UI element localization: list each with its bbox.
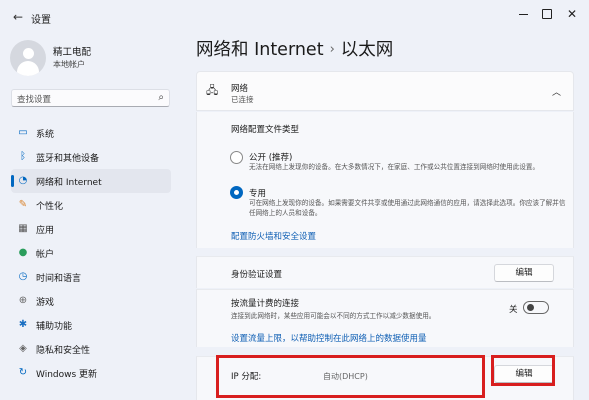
sidebar-item-label: 帐户	[36, 250, 55, 260]
sidebar-item-label: 系统	[36, 130, 55, 140]
metered-desc: 连接到此网络时，某些应用可能会以不同的方式工作以减少数据使用。	[231, 312, 436, 320]
avatar-head-shape	[23, 48, 34, 59]
auth-edit-button[interactable]: 编辑	[494, 264, 554, 282]
metered-label: 按流量计费的连接	[231, 299, 300, 309]
network-profile-section: 网络配置文件类型 公开 (推荐) 无法在网络上发现你的设备。在大多数情况下，在家…	[196, 112, 574, 248]
data-limit-link[interactable]: 设置流量上限，以帮助控制在此网络上的数据使用量	[231, 332, 427, 344]
sidebar-item[interactable]: ▦ 应用	[11, 217, 171, 241]
sidebar-item-label: Windows 更新	[36, 370, 98, 380]
sidebar-item-label: 游戏	[36, 298, 55, 308]
shield-icon: ◈	[19, 343, 27, 354]
sidebar-item-label: 时间和语言	[36, 274, 82, 284]
breadcrumb-parent[interactable]: 网络和 Internet	[196, 40, 324, 60]
sidebar-item[interactable]: ✎ 个性化	[11, 193, 171, 217]
profile-name: 精工电配	[53, 47, 92, 58]
sidebar-item-label: 个性化	[36, 202, 64, 212]
network-title: 网络	[231, 84, 249, 94]
gamepad-icon: ⊕	[18, 295, 28, 306]
highlight-box-ip	[216, 355, 485, 398]
monitor-icon: ▭	[18, 127, 28, 138]
radio-public[interactable]	[230, 151, 243, 164]
sidebar-item[interactable]: ◷ 时间和语言	[11, 265, 171, 289]
avatar	[10, 40, 46, 76]
sidebar-item-label: 应用	[36, 226, 55, 236]
search-placeholder: 查找设置	[17, 95, 52, 105]
profile-type-label: 网络配置文件类型	[231, 125, 300, 135]
accessibility-icon: ✱	[18, 319, 28, 330]
sidebar-item-label: 网络和 Internet	[36, 178, 102, 188]
profile-account-type: 本地帐户	[53, 60, 85, 69]
auth-settings-label: 身份验证设置	[231, 270, 283, 280]
settings-window: ← 设置 ✕ 精工电配 本地帐户 查找设置 ⌕ ▭ 系统 ᛒ 蓝牙和其他设备 ◔ 网络和 …	[0, 0, 589, 400]
metered-toggle[interactable]	[523, 301, 549, 314]
highlight-box-edit	[491, 355, 555, 386]
sidebar-item[interactable]: ↻ Windows 更新	[11, 361, 171, 385]
sidebar-item[interactable]: ▭ 系统	[11, 121, 171, 145]
maximize-button[interactable]	[536, 6, 558, 22]
sidebar-item[interactable]: ◔ 网络和 Internet	[11, 169, 171, 193]
minimize-button[interactable]	[512, 6, 534, 22]
ethernet-icon: 🖧	[206, 84, 219, 97]
search-icon: ⌕	[158, 92, 164, 103]
bluetooth-icon: ᛒ	[20, 151, 26, 162]
search-input[interactable]: 查找设置 ⌕	[11, 89, 170, 107]
apps-icon: ▦	[18, 223, 28, 234]
selected-indicator	[11, 175, 14, 187]
sidebar-item[interactable]: ✱ 辅助功能	[11, 313, 171, 337]
firewall-settings-link[interactable]: 配置防火墙和安全设置	[231, 230, 316, 242]
sidebar-item-label: 隐私和安全性	[36, 346, 91, 356]
radio-public-title: 公开 (推荐)	[249, 153, 293, 163]
sidebar-item[interactable]: ᛒ 蓝牙和其他设备	[11, 145, 171, 169]
breadcrumb-separator: ›	[329, 42, 335, 57]
sidebar-item-label: 蓝牙和其他设备	[36, 154, 100, 164]
radio-public-desc: 无法在网络上发现你的设备。在大多数情况下，在家庭、工作或公共位置连接到网络时使用…	[249, 163, 540, 171]
title-bar: ← 设置 ✕	[0, 0, 589, 34]
radio-private-desc: 可在网络上发现你的设备。如果需要文件共享或使用通过此网络通信的应用，请选择此选项…	[249, 199, 566, 217]
wifi-icon: ◔	[18, 175, 28, 186]
close-button[interactable]: ✕	[561, 6, 583, 22]
network-panel-header[interactable]: 🖧 网络 已连接 ︿	[196, 71, 574, 111]
radio-private-title: 专用	[249, 189, 267, 199]
breadcrumb: 网络和 Internet › 以太网	[196, 36, 393, 61]
chevron-up-icon[interactable]: ︿	[552, 85, 561, 98]
sidebar-item[interactable]: ⊕ 游戏	[11, 289, 171, 313]
update-icon: ↻	[18, 367, 28, 378]
sidebar-item[interactable]: ● 帐户	[11, 241, 171, 265]
app-title: 设置	[31, 15, 51, 26]
sidebar-item[interactable]: ◈ 隐私和安全性	[11, 337, 171, 361]
avatar-body-shape	[17, 61, 39, 76]
auth-settings-row: 身份验证设置 编辑	[196, 256, 574, 288]
metered-toggle-state: 关	[509, 305, 518, 315]
brush-icon: ✎	[18, 199, 28, 210]
sidebar-item-label: 辅助功能	[36, 322, 73, 332]
network-status: 已连接	[231, 95, 254, 104]
breadcrumb-current: 以太网	[340, 40, 394, 60]
back-arrow-icon[interactable]: ←	[10, 9, 26, 25]
globe-clock-icon: ◷	[18, 271, 28, 282]
metered-connection-row: 按流量计费的连接 连接到此网络时，某些应用可能会以不同的方式工作以减少数据使用。…	[196, 289, 574, 347]
person-icon: ●	[18, 247, 28, 258]
radio-private[interactable]	[230, 186, 243, 199]
sidebar-nav: ▭ 系统 ᛒ 蓝牙和其他设备 ◔ 网络和 Internet ✎ 个性化 ▦ 应用 ● 帐户 ◷ 时间和语言…	[11, 121, 171, 385]
